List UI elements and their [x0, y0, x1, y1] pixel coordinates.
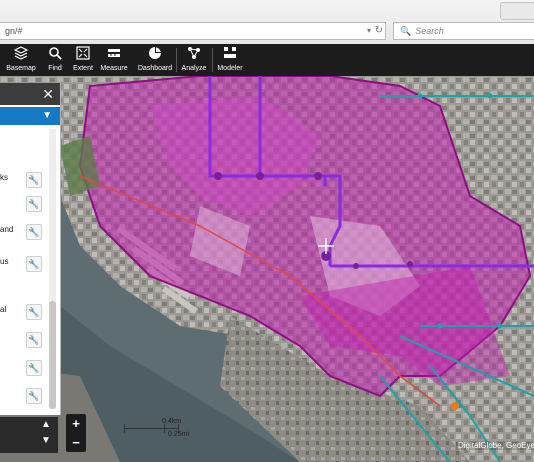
address-bar[interactable]: gn/# ▾ ↻	[0, 22, 386, 40]
list-item-label: and	[0, 225, 14, 234]
url-dropdown-icon[interactable]: ▾	[367, 23, 371, 39]
search-icon: 🔍	[400, 26, 412, 36]
scale-bar: 0.4km 0.25mi	[124, 418, 204, 442]
modeler-label: Modeler	[217, 65, 243, 72]
toolbar-divider	[212, 48, 213, 72]
find-button[interactable]: Find	[42, 44, 68, 76]
list-item-label: us	[0, 257, 9, 266]
app-toolbar: Basemap Find Extent Measure Dashboard An…	[0, 44, 534, 76]
wrench-icon[interactable]: 🔧	[26, 388, 42, 404]
network-icon	[178, 46, 210, 64]
wrench-icon[interactable]: 🔧	[26, 332, 42, 348]
panel-header: ✕	[0, 83, 60, 105]
dashboard-button[interactable]: Dashboard	[136, 44, 174, 76]
analyze-button[interactable]: Analyze	[178, 44, 210, 76]
close-icon[interactable]: ✕	[42, 85, 54, 103]
wrench-icon[interactable]: 🔧	[26, 196, 42, 212]
browser-tab-stub[interactable]	[500, 2, 534, 20]
chevron-down-icon: ▼	[42, 110, 52, 121]
wrench-icon[interactable]: 🔧	[26, 360, 42, 376]
magnifier-icon	[42, 46, 68, 64]
basemap-button[interactable]: Basemap	[4, 44, 38, 76]
dashboard-label: Dashboard	[137, 65, 173, 72]
url-text: gn/#	[5, 26, 23, 36]
find-label: Find	[48, 65, 62, 72]
scale-tick	[164, 424, 165, 433]
wrench-icon[interactable]: 🔧	[26, 224, 42, 240]
wrench-icon[interactable]: 🔧	[26, 172, 42, 188]
modeler-button[interactable]: Modeler	[214, 44, 246, 76]
browser-search-input[interactable]: 🔍 Search	[393, 22, 534, 40]
extent-button[interactable]: Extent	[70, 44, 96, 76]
scale-mi-label: 0.25mi	[168, 431, 190, 438]
wrench-icon[interactable]: 🔧	[26, 256, 42, 272]
measure-button[interactable]: Measure	[98, 44, 130, 76]
toolbar-divider	[176, 48, 177, 72]
extent-icon	[70, 46, 96, 64]
scale-tick	[124, 424, 125, 433]
wrench-icon[interactable]: 🔧	[26, 304, 42, 320]
measure-label: Measure	[100, 65, 128, 72]
chevron-down-icon[interactable]: ▼	[41, 435, 51, 446]
incident-marker[interactable]	[451, 402, 459, 410]
basemap-label: Basemap	[6, 65, 36, 72]
grid-icon	[214, 46, 246, 64]
scrollbar-thumb[interactable]	[49, 301, 56, 409]
zoom-control: + −	[66, 414, 86, 452]
chevron-up-icon[interactable]: ▲	[41, 419, 51, 430]
panel-footer: ▲ ▼	[0, 417, 58, 453]
list-item-label: ks	[0, 173, 8, 182]
list-item-label: al	[0, 305, 7, 314]
layer-panel: ✕ ▼ ks 🔧 🔧 and 🔧 us 🔧 al 🔧 🔧 🔧 🔧	[0, 83, 61, 415]
scale-line	[124, 428, 179, 429]
measure-icon	[98, 46, 130, 64]
search-placeholder: Search	[415, 26, 444, 36]
map-attribution: DigitalGlobe, GeoEye	[456, 441, 534, 450]
extent-label: Extent	[73, 65, 93, 72]
pie-chart-icon	[136, 46, 174, 64]
analyze-label: Analyze	[181, 65, 207, 72]
zoom-out-button[interactable]: −	[66, 433, 86, 452]
panel-dropdown[interactable]: ▼	[0, 107, 60, 125]
zoom-in-button[interactable]: +	[66, 414, 86, 433]
map-canvas[interactable]	[0, 76, 534, 462]
refresh-icon[interactable]: ↻	[375, 23, 383, 39]
browser-chrome: gn/# ▾ ↻ 🔍 Search	[0, 0, 534, 45]
basemap-layers-icon	[4, 46, 38, 64]
